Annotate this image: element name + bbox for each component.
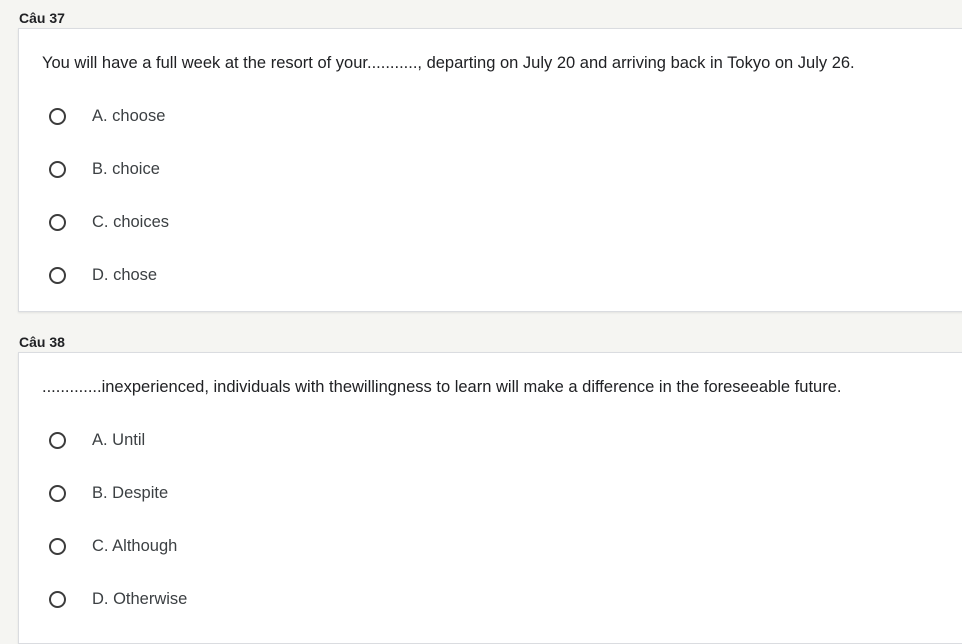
option-label: A. Until: [92, 430, 146, 449]
question-card: .............inexperienced, individuals …: [18, 352, 962, 644]
question-text: .............inexperienced, individuals …: [42, 378, 842, 396]
option-label: B. choice: [92, 159, 160, 178]
radio-button[interactable]: [49, 590, 66, 608]
option-a[interactable]: A. choose: [49, 104, 165, 128]
option-d[interactable]: D. chose: [49, 263, 157, 287]
radio-button[interactable]: [49, 107, 66, 125]
radio-button[interactable]: [49, 266, 66, 284]
question-label: Câu 38: [19, 334, 65, 350]
option-c[interactable]: C. Although: [49, 534, 177, 558]
option-label: C. choices: [92, 212, 170, 231]
radio-button[interactable]: [49, 160, 66, 178]
option-c[interactable]: C. choices: [49, 210, 169, 234]
question-label: Câu 37: [19, 10, 65, 26]
question-card: You will have a full week at the resort …: [18, 28, 962, 312]
radio-button[interactable]: [49, 537, 66, 555]
option-a[interactable]: A. Until: [49, 428, 145, 452]
option-label: D. chose: [92, 265, 158, 284]
option-label: D. Otherwise: [92, 589, 188, 608]
option-b[interactable]: B. Despite: [49, 481, 168, 505]
option-label: A. choose: [92, 106, 166, 125]
question-text: You will have a full week at the resort …: [42, 54, 855, 72]
option-b[interactable]: B. choice: [49, 157, 160, 181]
option-label: C. Although: [92, 536, 178, 555]
option-d[interactable]: D. Otherwise: [49, 587, 187, 611]
radio-button[interactable]: [49, 213, 66, 231]
radio-button[interactable]: [49, 431, 66, 449]
option-label: B. Despite: [92, 483, 169, 502]
radio-button[interactable]: [49, 484, 66, 502]
